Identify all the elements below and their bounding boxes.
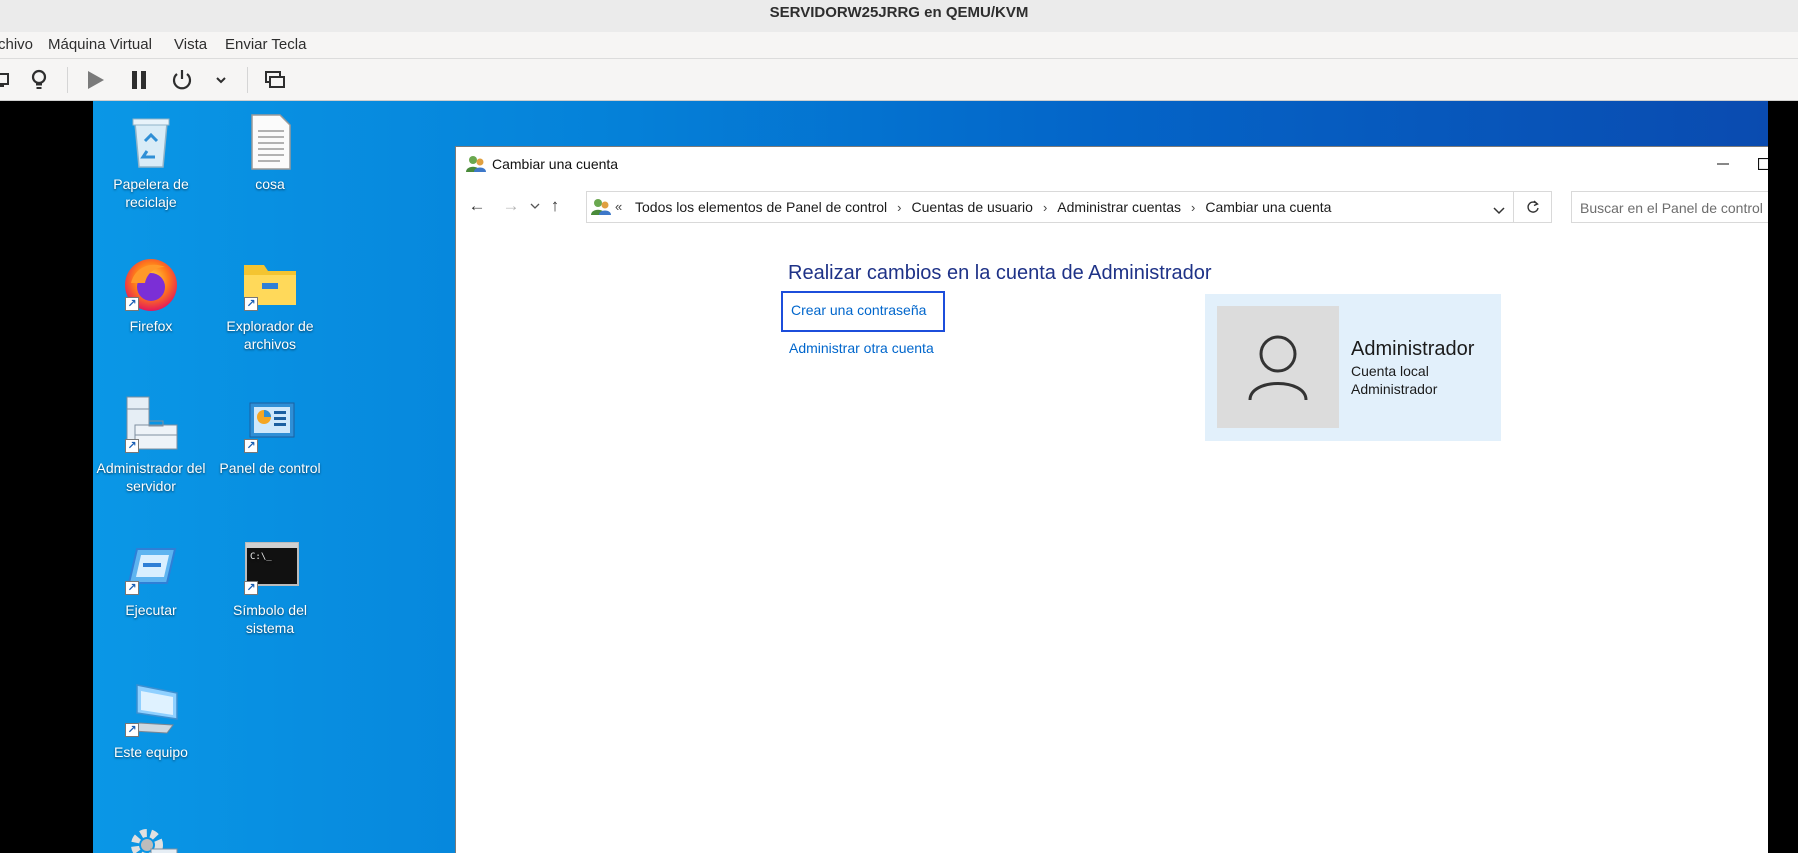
shortcut-arrow-icon: ↗: [125, 439, 139, 453]
chevron-right-icon[interactable]: ›: [897, 200, 901, 215]
account-type: Cuenta local: [1351, 363, 1429, 379]
screens-icon[interactable]: [260, 65, 290, 95]
power-icon[interactable]: [167, 65, 197, 95]
vm-display[interactable]: Papelera de reciclaje cosa ↗ Firefox ↗ E…: [0, 101, 1798, 853]
breadcrumb-all-items[interactable]: Todos los elementos de Panel de control: [635, 199, 887, 215]
host-menu-bar: chivo Máquina Virtual Vista Enviar Tecla: [0, 32, 1798, 59]
menu-enviar-tecla[interactable]: Enviar Tecla: [225, 36, 306, 53]
desktop-icon-label: cosa: [255, 176, 285, 192]
search-box[interactable]: [1571, 191, 1768, 223]
address-dropdown-button[interactable]: [1493, 202, 1505, 220]
shortcut-arrow-icon: ↗: [125, 723, 139, 737]
window-title-bar[interactable]: Cambiar una cuenta: [456, 147, 1768, 181]
lightbulb-icon[interactable]: [24, 65, 54, 95]
desktop-icon-firefox[interactable]: ↗ Firefox: [93, 253, 209, 335]
desktop-icon-cosa[interactable]: cosa: [212, 111, 328, 193]
arrow-right-icon: →: [502, 196, 520, 215]
maximize-icon: [1758, 158, 1768, 170]
desktop-icon-label: Explorador de archivos: [226, 318, 314, 352]
desktop[interactable]: Papelera de reciclaje cosa ↗ Firefox ↗ E…: [93, 101, 1768, 853]
host-title-bar: SERVIDORW25JRRG en QEMU/KVM: [0, 0, 1798, 32]
menu-vista[interactable]: Vista: [174, 36, 207, 53]
change-account-window[interactable]: Cambiar una cuenta ← → ↑ « Todos los ele…: [455, 146, 1768, 853]
run-icon: ↗: [121, 537, 181, 597]
chevron-right-icon[interactable]: ›: [1191, 200, 1195, 215]
up-button[interactable]: ↑: [542, 193, 568, 219]
desktop-icon-label: Firefox: [129, 318, 173, 334]
shortcut-arrow-icon: ↗: [244, 297, 258, 311]
display-icon[interactable]: [0, 65, 16, 95]
play-icon[interactable]: [80, 65, 110, 95]
breadcrumb-user-accounts[interactable]: Cuentas de usuario: [912, 199, 1033, 215]
breadcrumb-manage-accounts[interactable]: Administrar cuentas: [1057, 199, 1181, 215]
shortcut-arrow-icon: ↗: [125, 297, 139, 311]
gear-icon: [121, 821, 181, 853]
desktop-icon-this-pc[interactable]: ↗ Este equipo: [93, 679, 209, 761]
refresh-button[interactable]: [1514, 191, 1552, 223]
chevron-right-icon[interactable]: ›: [1043, 200, 1047, 215]
desktop-icon-run[interactable]: ↗ Ejecutar: [93, 537, 209, 619]
address-row: ← → ↑ « Todos los elementos de Panel de …: [456, 181, 1768, 231]
menu-maquina-virtual[interactable]: Máquina Virtual: [48, 36, 152, 53]
chevron-down-icon[interactable]: [206, 65, 236, 95]
user-icon: [1248, 335, 1308, 401]
server-manager-icon: ↗: [121, 395, 181, 455]
search-input[interactable]: [1580, 198, 1768, 218]
arrow-left-icon: ←: [468, 196, 486, 215]
firefox-icon: ↗: [121, 253, 181, 313]
address-bar[interactable]: « Todos los elementos de Panel de contro…: [586, 191, 1514, 223]
control-panel-small-icon: [591, 198, 611, 221]
desktop-icon-label: Papelera de reciclaje: [113, 176, 189, 210]
create-password-link[interactable]: Crear una contraseña: [781, 291, 945, 332]
account-card: Administrador Cuenta local Administrador: [1205, 294, 1501, 441]
arrow-up-icon: ↑: [550, 196, 560, 215]
desktop-icon-label: Panel de control: [219, 460, 321, 476]
desktop-icon-label: Ejecutar: [125, 602, 177, 618]
maximize-button[interactable]: [1736, 147, 1768, 181]
forward-button[interactable]: →: [498, 193, 524, 219]
chevron-down-icon: [530, 203, 540, 209]
svg-text:C:\_: C:\_: [250, 552, 272, 562]
host-window-title: SERVIDORW25JRRG en QEMU/KVM: [769, 4, 1029, 21]
desktop-icon-partial[interactable]: [93, 821, 209, 853]
computer-icon: ↗: [121, 679, 181, 739]
chevron-down-icon: [1493, 207, 1505, 215]
toolbar-separator: [247, 67, 248, 93]
user-accounts-icon: [466, 155, 486, 178]
recycle-bin-icon: [121, 111, 181, 171]
account-name: Administrador: [1351, 338, 1475, 360]
menu-archivo[interactable]: chivo: [0, 36, 33, 53]
breadcrumb: Todos los elementos de Panel de control …: [635, 199, 1331, 215]
desktop-icon-label: Administrador del servidor: [96, 460, 206, 494]
desktop-icon-label: Símbolo del sistema: [233, 602, 307, 636]
window-title: Cambiar una cuenta: [492, 156, 619, 172]
toolbar-separator: [67, 67, 68, 93]
desktop-icon-recycle-bin[interactable]: Papelera de reciclaje: [93, 111, 209, 211]
back-button[interactable]: ←: [464, 193, 490, 219]
manage-other-account-link[interactable]: Administrar otra cuenta: [789, 340, 934, 356]
shortcut-arrow-icon: ↗: [125, 581, 139, 595]
text-file-icon: [240, 111, 300, 171]
desktop-icon-label: Este equipo: [114, 744, 188, 760]
breadcrumb-change-account[interactable]: Cambiar una cuenta: [1205, 199, 1331, 215]
control-panel-icon: ↗: [240, 395, 300, 455]
overflow-chevrons-icon[interactable]: «: [615, 199, 622, 214]
page-heading: Realizar cambios en la cuenta de Adminis…: [788, 262, 1212, 284]
pause-icon[interactable]: [124, 65, 154, 95]
cmd-icon: C:\_ ↗: [240, 537, 300, 597]
host-toolbar: [0, 59, 1798, 101]
account-role: Administrador: [1351, 381, 1438, 397]
shortcut-arrow-icon: ↗: [244, 581, 258, 595]
desktop-icon-control-panel[interactable]: ↗ Panel de control: [212, 395, 328, 477]
folder-icon: ↗: [240, 253, 300, 313]
shortcut-arrow-icon: ↗: [244, 439, 258, 453]
desktop-icon-file-explorer[interactable]: ↗ Explorador de archivos: [212, 253, 328, 353]
desktop-icon-cmd[interactable]: C:\_ ↗ Símbolo del sistema: [212, 537, 328, 637]
minimize-icon: [1717, 163, 1729, 165]
desktop-icon-server-manager[interactable]: ↗ Administrador del servidor: [93, 395, 209, 495]
refresh-icon: [1526, 200, 1539, 213]
avatar: [1217, 306, 1339, 428]
